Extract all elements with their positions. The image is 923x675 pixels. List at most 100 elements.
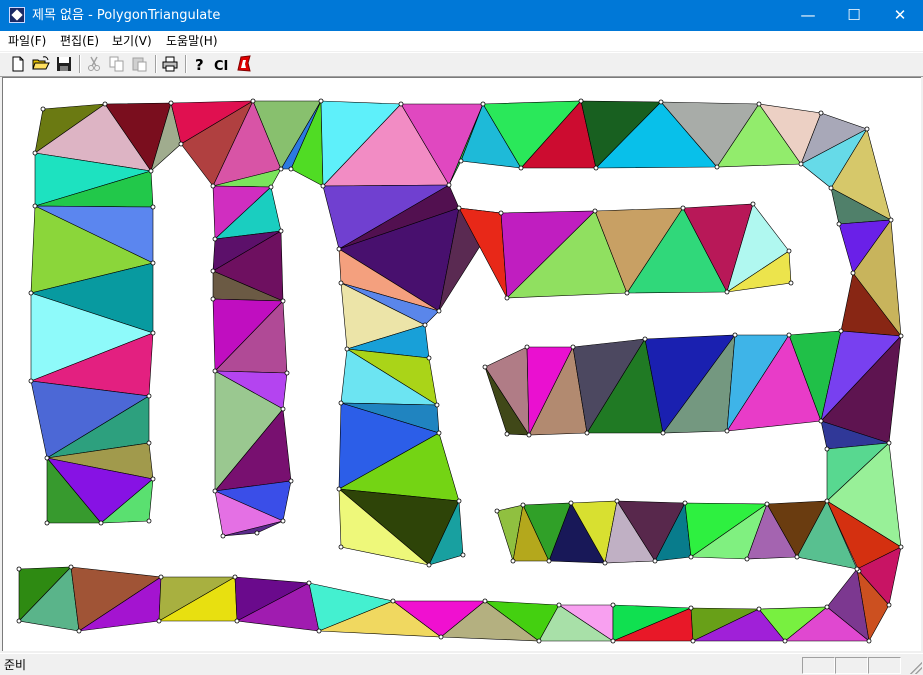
menu-edit[interactable]: 편집(E) (58, 33, 101, 49)
menu-file[interactable]: 파일(F) (6, 33, 48, 49)
polygon-vertex[interactable] (76, 628, 82, 634)
polygon-vertex[interactable] (268, 184, 274, 190)
polygon-vertex[interactable] (146, 518, 152, 524)
polygon-vertex[interactable] (898, 333, 904, 339)
polygon-vertex[interactable] (788, 280, 794, 286)
polygon-vertex[interactable] (750, 201, 756, 207)
polygon-vertex[interactable] (284, 370, 290, 376)
polygon-vertex[interactable] (714, 164, 720, 170)
polygon-vertex[interactable] (212, 488, 218, 494)
polygon-vertex[interactable] (518, 165, 524, 171)
polygon-vertex[interactable] (510, 558, 516, 564)
polygon-vertex[interactable] (652, 558, 658, 564)
polygon-app-icon[interactable] (9, 7, 25, 23)
polygon-vertex[interactable] (306, 580, 312, 586)
polygon-vertex[interactable] (40, 106, 46, 112)
polygon-vertex[interactable] (288, 166, 294, 172)
polygon-vertex[interactable] (660, 430, 666, 436)
polygon-vertex[interactable] (578, 98, 584, 104)
close-button[interactable]: ✕ (877, 0, 923, 31)
menu-view[interactable]: 보기(V) (110, 33, 154, 49)
polygon-vertex[interactable] (278, 166, 284, 172)
polygon-vertex[interactable] (682, 500, 688, 506)
polygon-vertex[interactable] (756, 101, 762, 107)
polygon-vertex[interactable] (690, 638, 696, 644)
polygon-vertex[interactable] (744, 556, 750, 562)
polygon-vertex[interactable] (318, 98, 324, 104)
polygon-vertex[interactable] (16, 566, 22, 572)
polygon-vertex[interactable] (732, 332, 738, 338)
polygon-vertex[interactable] (288, 478, 294, 484)
polygon-vertex[interactable] (688, 554, 694, 560)
polygon-vertex[interactable] (828, 185, 834, 191)
polygon-vertex[interactable] (280, 518, 286, 524)
polygon-vertex[interactable] (592, 208, 598, 214)
polygon-vertex[interactable] (338, 544, 344, 550)
polygon-vertex[interactable] (28, 290, 34, 296)
clear-icon[interactable]: CI (212, 54, 232, 74)
polygon-vertex[interactable] (546, 558, 552, 564)
polygon-vertex[interactable] (32, 150, 38, 156)
polygon-vertex[interactable] (146, 440, 152, 446)
polygon-vertex[interactable] (498, 210, 504, 216)
polygon-vertex[interactable] (584, 430, 590, 436)
polygon-vertex[interactable] (458, 158, 464, 164)
polygon-vertex[interactable] (524, 344, 530, 350)
polygon-vertex[interactable] (836, 221, 842, 227)
polygon-vertex[interactable] (818, 418, 824, 424)
polygon-vertex[interactable] (426, 562, 432, 568)
polygon-vertex[interactable] (156, 618, 162, 624)
polygon-vertex[interactable] (280, 406, 286, 412)
polygon-vertex[interactable] (150, 204, 156, 210)
polygon-vertex[interactable] (210, 296, 216, 302)
polygon-vertex[interactable] (568, 500, 574, 506)
polygon-vertex[interactable] (756, 606, 762, 612)
polygon-vertex[interactable] (220, 533, 226, 539)
polygon-icon[interactable] (234, 54, 254, 74)
polygon-vertex[interactable] (168, 100, 174, 106)
polygon-vertex[interactable] (150, 330, 156, 336)
polygon-vertex[interactable] (210, 268, 216, 274)
polygon-vertex[interactable] (886, 602, 892, 608)
polygon-vertex[interactable] (764, 501, 770, 507)
polygon-vertex[interactable] (504, 431, 510, 437)
polygon-vertex[interactable] (658, 99, 664, 105)
polygon-vertex[interactable] (398, 101, 404, 107)
polygon-vertex[interactable] (482, 598, 488, 604)
polygon-vertex[interactable] (460, 552, 466, 558)
open-folder-icon[interactable] (31, 54, 51, 74)
polygon-vertex[interactable] (782, 638, 788, 644)
polygon-vertex[interactable] (158, 574, 164, 580)
help-icon[interactable]: ? (189, 54, 209, 74)
polygon-vertex[interactable] (888, 217, 894, 223)
polygon-vertex[interactable] (624, 290, 630, 296)
polygon-vertex[interactable] (642, 336, 648, 342)
polygon-vertex[interactable] (212, 368, 218, 374)
polygon-vertex[interactable] (254, 530, 260, 536)
polygon-vertex[interactable] (150, 476, 156, 482)
polygon-vertex[interactable] (316, 628, 322, 634)
polygon-vertex[interactable] (688, 605, 694, 611)
polygon-vertex[interactable] (436, 430, 442, 436)
minimize-button[interactable]: — (785, 0, 831, 31)
polygon-vertex[interactable] (482, 364, 488, 370)
save-icon[interactable] (54, 54, 74, 74)
polygon-vertex[interactable] (280, 298, 286, 304)
polygon-vertex[interactable] (338, 400, 344, 406)
polygon-vertex[interactable] (798, 161, 804, 167)
polygon-vertex[interactable] (178, 141, 184, 147)
polygon-vertex[interactable] (504, 295, 510, 301)
polygon-vertex[interactable] (494, 508, 500, 514)
polygon-vertex[interactable] (824, 498, 830, 504)
polygon-vertex[interactable] (456, 498, 462, 504)
polygon-vertex[interactable] (854, 566, 860, 572)
polygon-vertex[interactable] (724, 289, 730, 295)
title-bar[interactable]: 제목 없음 - PolygonTriangulate — ☐ ✕ (0, 0, 923, 31)
print-icon[interactable] (160, 54, 180, 74)
polygon-vertex[interactable] (824, 446, 830, 452)
polygon-vertex[interactable] (44, 520, 50, 526)
polygon-vertex[interactable] (794, 554, 800, 560)
polygon-vertex[interactable] (28, 378, 34, 384)
paste-icon[interactable] (130, 54, 150, 74)
polygon-vertex[interactable] (824, 604, 830, 610)
